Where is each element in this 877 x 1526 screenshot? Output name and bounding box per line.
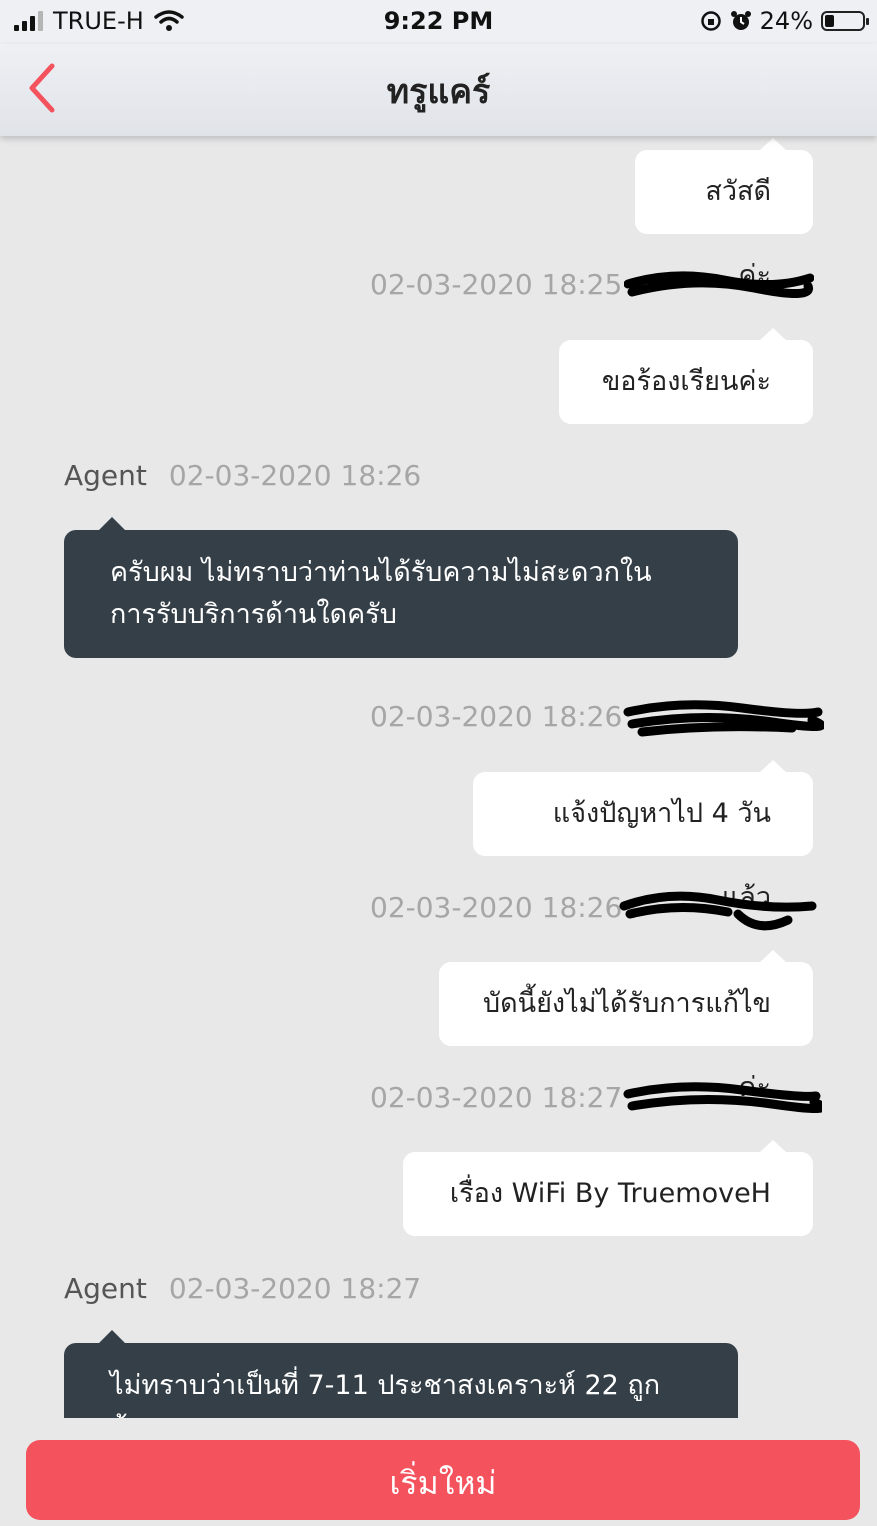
user-message: สวัสดีค่ะ	[635, 138, 813, 291]
redacted-name-scribble	[623, 1082, 822, 1113]
redacted-name-scribble	[623, 700, 824, 737]
bottom-bar: เริ่มใหม่	[0, 1418, 877, 1520]
message-text: ไม่ทราบว่าเป็นที่ 7-11 ประชาสงเคราะห์ 22…	[110, 1370, 661, 1418]
agent-name: Agent	[64, 459, 147, 492]
user-message: บัดนี้ยังไม่ได้รับการแก้ไขค่ะ	[439, 950, 813, 1103]
redacted-name-scribble	[619, 891, 817, 931]
agent-message: ครับผม ไม่ทราบว่าท่านได้รับความไม่สะดวกใ…	[64, 517, 738, 658]
message-text: เรื่อง WiFi By TruemoveH	[449, 1178, 771, 1209]
chat-transcript[interactable]: สวัสดีค่ะ 02-03-2020 18:25 ขอร้องเรียนค่…	[0, 136, 877, 1418]
restart-button[interactable]: เริ่มใหม่	[26, 1440, 860, 1520]
nav-header: ทรูแคร์	[0, 44, 877, 136]
message-timestamp: 02-03-2020 18:26	[168, 459, 422, 492]
battery-percent: 24%	[759, 7, 813, 35]
agent-message: ไม่ทราบว่าเป็นที่ 7-11 ประชาสงเคราะห์ 22…	[64, 1330, 738, 1418]
battery-icon	[821, 11, 869, 31]
redacted-name-scribble	[624, 271, 814, 299]
status-bar: TRUE-H 9:22 PM 24%	[0, 0, 877, 44]
message-timestamp: 02-03-2020 18:27	[168, 1272, 422, 1305]
user-message: แจ้งปัญหาไป 4 วันแล้ว	[473, 760, 813, 913]
message-text: ครับผม ไม่ทราบว่าท่านได้รับความไม่สะดวกใ…	[110, 557, 652, 630]
user-message: เรื่อง WiFi By TruemoveH	[403, 1140, 813, 1236]
agent-name: Agent	[64, 1272, 147, 1305]
message-meta: Agent 02-03-2020 18:27	[64, 1272, 421, 1305]
user-message: ขอร้องเรียนค่ะ	[559, 328, 813, 424]
message-timestamp: 02-03-2020 18:26	[370, 700, 623, 733]
orientation-lock-icon	[700, 11, 721, 31]
message-timestamp: 02-03-2020 18:26	[370, 891, 623, 924]
alarm-icon	[730, 11, 751, 30]
message-meta: Agent 02-03-2020 18:26	[64, 459, 421, 492]
message-timestamp: 02-03-2020 18:25	[370, 268, 623, 301]
page-title: ทรูแคร์	[386, 72, 491, 112]
message-timestamp: 02-03-2020 18:27	[370, 1081, 623, 1114]
message-text: ขอร้องเรียนค่ะ	[601, 366, 771, 397]
